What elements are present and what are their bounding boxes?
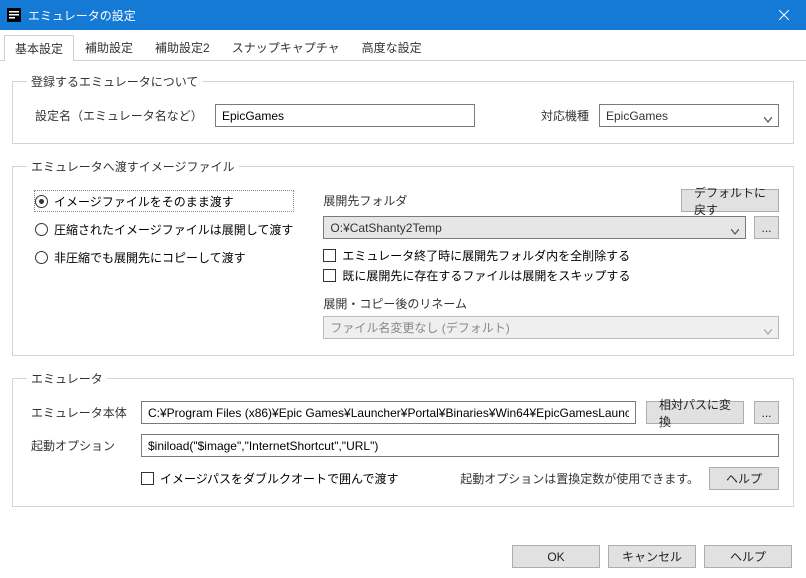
group-register: 登録するエミュレータについて 設定名（エミュレータ名など） 対応機種 EpicG… (12, 73, 794, 144)
radio-dot-icon (35, 251, 48, 264)
checkbox-icon (141, 472, 154, 485)
checkbox-icon (323, 249, 336, 262)
radio-extract-label: 圧縮されたイメージファイルは展開して渡す (54, 221, 293, 238)
dest-browse-button[interactable]: ... (754, 216, 779, 239)
help-button[interactable]: ヘルプ (704, 545, 792, 568)
group-image: エミュレータへ渡すイメージファイル イメージファイルをそのまま渡す 圧縮されたイ… (12, 158, 794, 356)
radio-passthrough-label: イメージファイルをそのまま渡す (54, 193, 234, 210)
chevron-down-icon (764, 324, 772, 338)
group-emulator: エミュレータ エミュレータ本体 相対パスに変換 ... 起動オプション イメージ… (12, 370, 794, 507)
cancel-button[interactable]: キャンセル (608, 545, 696, 568)
tab-basic[interactable]: 基本設定 (4, 35, 74, 61)
name-label: 設定名（エミュレータ名など） (35, 107, 205, 124)
dest-label: 展開先フォルダ (323, 192, 407, 209)
opt-label: 起動オプション (31, 437, 131, 454)
exe-input[interactable] (141, 401, 636, 424)
check-quote-path[interactable]: イメージパスをダブルクオートで囲んで渡す (141, 469, 398, 489)
window-title: エミュレータの設定 (28, 7, 761, 24)
machine-select-value: EpicGames (606, 109, 668, 123)
group-register-legend: 登録するエミュレータについて (27, 73, 202, 90)
tab-strip: 基本設定 補助設定 補助設定2 スナップキャプチャ 高度な設定 (0, 30, 806, 61)
opt-help-button[interactable]: ヘルプ (709, 467, 779, 490)
radio-extract[interactable]: 圧縮されたイメージファイルは展開して渡す (35, 219, 293, 239)
dest-folder-value: O:¥CatShanty2Temp (330, 221, 441, 235)
opt-hint: 起動オプションは置換定数が使用できます。 (460, 470, 699, 487)
radio-passthrough[interactable]: イメージファイルをそのまま渡す (35, 191, 293, 211)
titlebar: エミュレータの設定 (0, 0, 806, 30)
exe-browse-button[interactable]: ... (754, 401, 779, 424)
radio-copy-label: 非圧縮でも展開先にコピーして渡す (54, 249, 246, 266)
dialog-footer: OK キャンセル ヘルプ (512, 545, 792, 568)
checkbox-icon (323, 269, 336, 282)
check-delete-label: エミュレータ終了時に展開先フォルダ内を全削除する (342, 247, 630, 264)
radio-dot-icon (35, 195, 48, 208)
name-input[interactable] (215, 104, 475, 127)
radio-copy[interactable]: 非圧縮でも展開先にコピーして渡す (35, 247, 293, 267)
machine-label: 対応機種 (541, 107, 589, 124)
exe-label: エミュレータ本体 (31, 404, 131, 421)
rename-label: 展開・コピー後のリネーム (323, 295, 779, 312)
chevron-down-icon (731, 224, 739, 238)
tab-aux1[interactable]: 補助設定 (74, 34, 144, 60)
check-skip-label: 既に展開先に存在するファイルは展開をスキップする (342, 267, 630, 284)
tab-snap[interactable]: スナップキャプチャ (221, 34, 351, 60)
rename-select: ファイル名変更なし (デフォルト) (323, 316, 779, 339)
ok-button[interactable]: OK (512, 545, 600, 568)
radio-dot-icon (35, 223, 48, 236)
app-icon (6, 7, 22, 23)
rename-value: ファイル名変更なし (デフォルト) (330, 319, 509, 336)
close-button[interactable] (761, 0, 806, 30)
dest-folder-select[interactable]: O:¥CatShanty2Temp (323, 216, 746, 239)
opt-input[interactable] (141, 434, 779, 457)
relative-path-button[interactable]: 相対パスに変換 (646, 401, 744, 424)
group-image-legend: エミュレータへ渡すイメージファイル (27, 158, 239, 175)
check-quote-label: イメージパスをダブルクオートで囲んで渡す (160, 470, 398, 487)
reset-default-button[interactable]: デフォルトに戻す (681, 189, 779, 212)
tab-advanced[interactable]: 高度な設定 (351, 34, 433, 60)
tab-aux2[interactable]: 補助設定2 (144, 34, 221, 60)
chevron-down-icon (764, 112, 772, 126)
check-skip-existing[interactable]: 既に展開先に存在するファイルは展開をスキップする (323, 265, 779, 285)
check-delete-on-exit[interactable]: エミュレータ終了時に展開先フォルダ内を全削除する (323, 245, 779, 265)
group-emulator-legend: エミュレータ (27, 370, 107, 387)
machine-select[interactable]: EpicGames (599, 104, 779, 127)
